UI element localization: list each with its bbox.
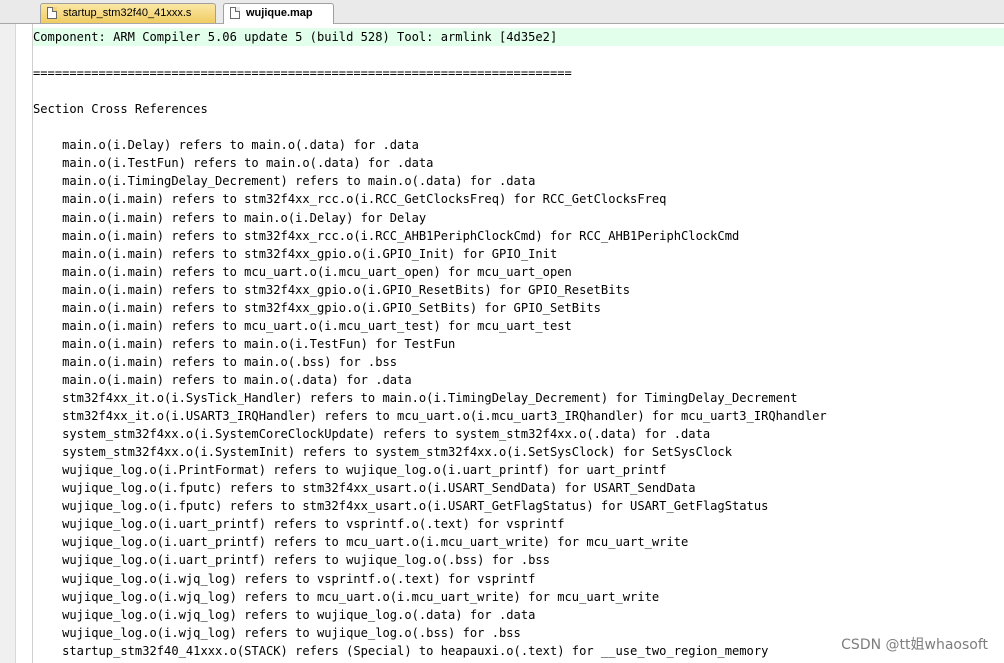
code-line: wujique_log.o(i.PrintFormat) refers to w…	[33, 461, 1004, 479]
code-line: wujique_log.o(i.uart_printf) refers to m…	[33, 533, 1004, 551]
line-text: Section Cross References	[33, 102, 208, 117]
tab-map-file[interactable]: wujique.map	[223, 3, 334, 24]
line-text: main.o(i.main) refers to stm32f4xx_gpio.…	[33, 282, 631, 297]
line-text: Component: ARM Compiler 5.06 update 5 (b…	[33, 30, 558, 44]
current-line: Component: ARM Compiler 5.06 update 5 (b…	[33, 28, 1004, 46]
line-text: main.o(i.main) refers to main.o(i.TestFu…	[33, 336, 456, 351]
line-text: wujique_log.o(i.PrintFormat) refers to w…	[33, 463, 667, 478]
line-text: wujique_log.o(i.fputc) refers to stm32f4…	[33, 499, 769, 514]
file-icon	[47, 7, 57, 19]
watermark: CSDN @tt姐whaosoft	[841, 637, 988, 653]
code-line: main.o(i.main) refers to main.o(.bss) fo…	[33, 353, 1004, 371]
code-line: system_stm32f4xx.o(i.SystemCoreClockUpda…	[33, 425, 1004, 443]
code-line: main.o(i.TestFun) refers to main.o(.data…	[33, 154, 1004, 172]
editor-tab-bar: startup_stm32f40_41xxx.s wujique.map	[0, 0, 1004, 24]
code-line: stm32f4xx_it.o(i.USART3_IRQHandler) refe…	[33, 407, 1004, 425]
code-line: wujique_log.o(i.uart_printf) refers to v…	[33, 515, 1004, 533]
code-line: main.o(i.main) refers to main.o(i.TestFu…	[33, 335, 1004, 353]
code-line: wujique_log.o(i.uart_printf) refers to w…	[33, 551, 1004, 569]
code-line: wujique_log.o(i.fputc) refers to stm32f4…	[33, 497, 1004, 515]
code-line: ========================================…	[33, 64, 1004, 82]
code-line: wujique_log.o(i.wjq_log) refers to mcu_u…	[33, 588, 1004, 606]
line-text: main.o(i.Delay) refers to main.o(.data) …	[33, 138, 419, 153]
line-text: wujique_log.o(i.uart_printf) refers to v…	[33, 517, 565, 532]
line-text: wujique_log.o(i.wjq_log) refers to wujiq…	[33, 625, 521, 640]
line-text: system_stm32f4xx.o(i.SystemInit) refers …	[33, 445, 732, 460]
line-text: wujique_log.o(i.uart_printf) refers to m…	[33, 535, 689, 550]
line-text: main.o(i.main) refers to main.o(.data) f…	[33, 372, 412, 387]
code-line: wujique_log.o(i.fputc) refers to stm32f4…	[33, 479, 1004, 497]
line-text: wujique_log.o(i.wjq_log) refers to vspri…	[33, 571, 536, 586]
line-text: main.o(i.main) refers to mcu_uart.o(i.mc…	[33, 264, 572, 279]
code-line: wujique_log.o(i.wjq_log) refers to vspri…	[33, 570, 1004, 588]
line-text: wujique_log.o(i.uart_printf) refers to w…	[33, 553, 550, 568]
line-text: main.o(i.main) refers to main.o(i.Delay)…	[33, 210, 427, 225]
line-text: wujique_log.o(i.wjq_log) refers to wujiq…	[33, 607, 536, 622]
code-line: stm32f4xx_it.o(i.SysTick_Handler) refers…	[33, 389, 1004, 407]
line-text: main.o(i.main) refers to stm32f4xx_rcc.o…	[33, 228, 740, 243]
line-text: startup_stm32f40_41xxx.o(STACK) refers (…	[33, 643, 769, 658]
line-text: main.o(i.main) refers to main.o(.bss) fo…	[33, 354, 398, 369]
code-line: main.o(i.main) refers to main.o(.data) f…	[33, 371, 1004, 389]
line-text: ========================================…	[33, 66, 572, 81]
code-line: main.o(i.main) refers to mcu_uart.o(i.mc…	[33, 263, 1004, 281]
line-text: stm32f4xx_it.o(i.USART3_IRQHandler) refe…	[33, 409, 827, 424]
line-text: main.o(i.main) refers to mcu_uart.o(i.mc…	[33, 318, 572, 333]
code-line: main.o(i.main) refers to stm32f4xx_rcc.o…	[33, 190, 1004, 208]
code-line: main.o(i.main) refers to stm32f4xx_rcc.o…	[33, 227, 1004, 245]
tab-label: wujique.map	[246, 7, 313, 19]
code-line: main.o(i.Delay) refers to main.o(.data) …	[33, 136, 1004, 154]
line-text: main.o(i.main) refers to stm32f4xx_gpio.…	[33, 300, 601, 315]
line-gutter	[0, 24, 16, 663]
code-line: system_stm32f4xx.o(i.SystemInit) refers …	[33, 443, 1004, 461]
code-line: wujique_log.o(i.wjq_log) refers to wujiq…	[33, 606, 1004, 624]
line-text: wujique_log.o(i.wjq_log) refers to mcu_u…	[33, 589, 660, 604]
line-text: stm32f4xx_it.o(i.SysTick_Handler) refers…	[33, 391, 798, 405]
line-text: wujique_log.o(i.fputc) refers to stm32f4…	[33, 481, 696, 496]
text-editor[interactable]: Component: ARM Compiler 5.06 update 5 (b…	[33, 24, 1004, 663]
line-text: main.o(i.main) refers to stm32f4xx_rcc.o…	[33, 192, 667, 207]
code-line: main.o(i.main) refers to stm32f4xx_gpio.…	[33, 281, 1004, 299]
line-text: main.o(i.TestFun) refers to main.o(.data…	[33, 156, 434, 171]
tab-startup-file[interactable]: startup_stm32f40_41xxx.s	[40, 3, 216, 23]
line-text: system_stm32f4xx.o(i.SystemCoreClockUpda…	[33, 427, 711, 442]
code-line: Section Cross References	[33, 100, 1004, 118]
line-text: main.o(i.TimingDelay_Decrement) refers t…	[33, 174, 536, 189]
file-icon	[230, 7, 240, 19]
code-line: main.o(i.main) refers to mcu_uart.o(i.mc…	[33, 317, 1004, 335]
code-line: main.o(i.main) refers to stm32f4xx_gpio.…	[33, 245, 1004, 263]
code-line: main.o(i.main) refers to stm32f4xx_gpio.…	[33, 299, 1004, 317]
code-line: main.o(i.TimingDelay_Decrement) refers t…	[33, 172, 1004, 190]
code-line: main.o(i.main) refers to main.o(i.Delay)…	[33, 209, 1004, 227]
tab-label: startup_stm32f40_41xxx.s	[63, 7, 192, 19]
line-text: main.o(i.main) refers to stm32f4xx_gpio.…	[33, 246, 558, 261]
